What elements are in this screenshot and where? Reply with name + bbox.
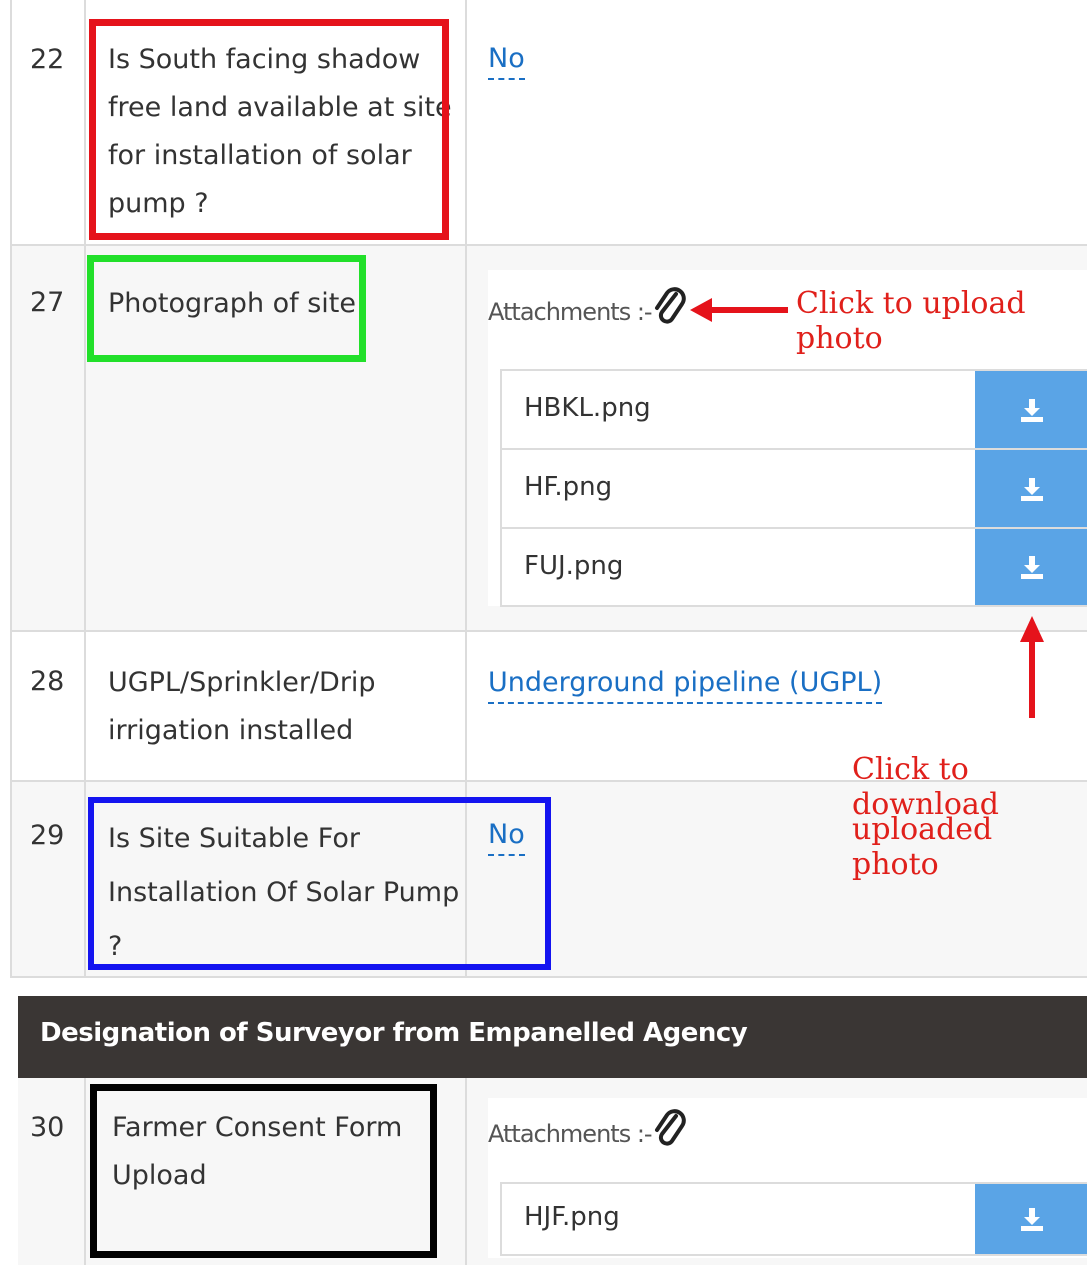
highlight-box-red [89, 19, 449, 240]
paperclip-icon[interactable] [652, 1106, 688, 1150]
download-icon [1021, 398, 1043, 422]
answer-link[interactable]: Underground pipeline (UGPL) [488, 666, 883, 704]
section-title: Designation of Surveyor from Empanelled … [40, 1018, 748, 1048]
question-line: irrigation installed [108, 715, 354, 746]
section-header: Designation of Surveyor from Empanelled … [18, 996, 1087, 1078]
row-number: 30 [30, 1112, 65, 1143]
column-divider [84, 1078, 86, 1265]
highlight-box-blue [88, 797, 551, 970]
question-label: UGPL/Sprinkler/Drip irrigation installed [108, 659, 376, 755]
column-divider [84, 0, 86, 978]
download-button[interactable] [975, 529, 1087, 605]
arrow-up-icon [1020, 616, 1044, 718]
file-list: HJF.png [500, 1182, 1087, 1256]
download-button[interactable] [975, 371, 1087, 448]
download-icon [1021, 477, 1043, 501]
download-button[interactable] [975, 1184, 1087, 1254]
row-number: 22 [30, 44, 65, 75]
file-row: HF.png [502, 450, 1087, 529]
table-left-border [10, 0, 12, 978]
file-name: HF.png [524, 472, 613, 502]
file-name: HJF.png [524, 1202, 620, 1232]
row-divider [10, 630, 1087, 632]
row-divider [10, 976, 1087, 978]
column-divider [465, 1078, 467, 1265]
row-number: 28 [30, 666, 65, 697]
annotation-download-line2: uploaded photo [852, 812, 993, 882]
attachments-label: Attachments :- [488, 298, 653, 326]
download-button[interactable] [975, 450, 1087, 527]
file-row: HBKL.png [502, 371, 1087, 450]
row-divider [10, 244, 1087, 246]
answer-link[interactable]: No [488, 42, 525, 80]
row-number: 27 [30, 287, 65, 318]
file-row: FUJ.png [502, 529, 1087, 605]
arrow-left-icon [690, 298, 788, 322]
download-icon [1021, 1208, 1043, 1231]
attachments-label: Attachments :- [488, 1120, 653, 1148]
row-number: 29 [30, 820, 65, 851]
file-row: HJF.png [502, 1184, 1087, 1254]
file-name: FUJ.png [524, 551, 624, 581]
highlight-box-green [87, 255, 366, 362]
highlight-box-black [90, 1084, 437, 1258]
download-icon [1021, 556, 1043, 579]
file-list: HBKL.png HF.png FUJ.png [500, 369, 1087, 607]
paperclip-icon[interactable] [652, 284, 688, 328]
annotation-upload: Click to upload photo [796, 286, 1026, 356]
question-line: UGPL/Sprinkler/Drip [108, 667, 376, 698]
file-name: HBKL.png [524, 393, 651, 423]
